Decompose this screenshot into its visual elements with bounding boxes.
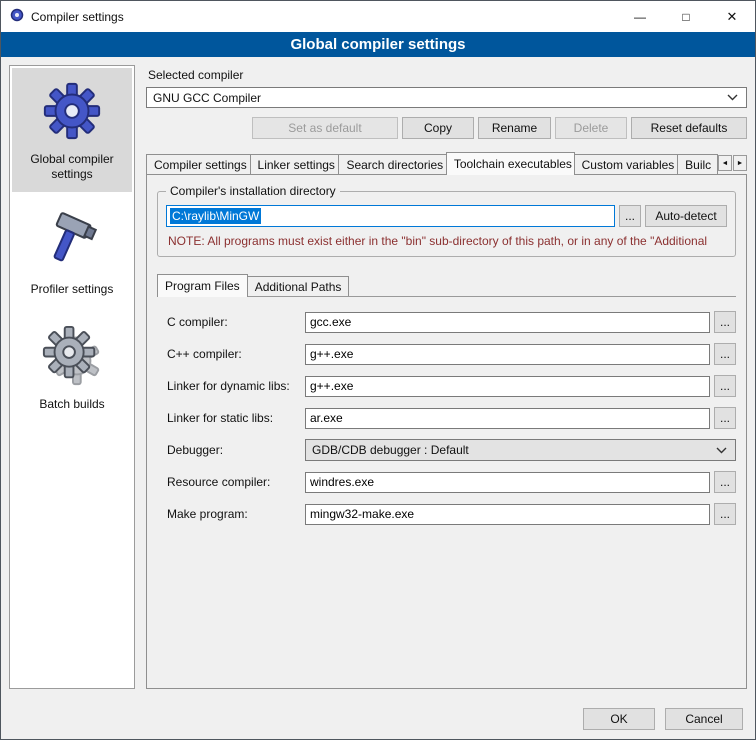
sidebar-item-label: Batch builds: [39, 397, 104, 412]
install-dir-browse-button[interactable]: ...: [619, 205, 641, 227]
toolchain-executables-panel: Compiler's installation directory C:\ray…: [146, 174, 747, 689]
minimize-button[interactable]: —: [617, 1, 663, 32]
cancel-button[interactable]: Cancel: [665, 708, 743, 730]
reset-defaults-button[interactable]: Reset defaults: [631, 117, 747, 139]
resource-compiler-browse-button[interactable]: ...: [714, 471, 736, 493]
field-row-static-linker: Linker for static libs: ...: [167, 407, 736, 429]
profiler-hammer-icon: [41, 208, 103, 274]
tab-build-options[interactable]: Builc: [677, 154, 718, 174]
sidebar-item-global-compiler-settings[interactable]: Global compiler settings: [12, 68, 132, 192]
blue-gear-icon: [40, 78, 104, 144]
resource-compiler-label: Resource compiler:: [167, 475, 305, 489]
static-linker-label: Linker for static libs:: [167, 411, 305, 425]
window-controls: — □ ✕: [617, 1, 755, 32]
chevron-down-icon: [716, 443, 727, 457]
cpp-compiler-input[interactable]: [305, 344, 710, 365]
tab-compiler-settings[interactable]: Compiler settings: [146, 154, 251, 174]
delete-button[interactable]: Delete: [555, 117, 627, 139]
install-dir-input[interactable]: C:\raylib\MinGW: [166, 205, 615, 227]
field-row-dynamic-linker: Linker for dynamic libs: ...: [167, 375, 736, 397]
field-row-c-compiler: C compiler: ...: [167, 311, 736, 333]
dynamic-linker-input[interactable]: [305, 376, 710, 397]
c-compiler-input[interactable]: [305, 312, 710, 333]
installation-directory-title: Compiler's installation directory: [166, 184, 340, 198]
debugger-label: Debugger:: [167, 443, 305, 457]
tab-scroll-left-icon[interactable]: ◄: [718, 155, 732, 171]
static-linker-input[interactable]: [305, 408, 710, 429]
make-program-browse-button[interactable]: ...: [714, 503, 736, 525]
gray-gears-icon: [40, 323, 104, 389]
tab-scroll-right-icon[interactable]: ►: [733, 155, 747, 171]
sidebar-item-label: Profiler settings: [31, 282, 114, 297]
compiler-actions: Set as default Copy Rename Delete Reset …: [146, 117, 747, 139]
resource-compiler-input[interactable]: [305, 472, 710, 493]
app-icon: [9, 7, 25, 26]
field-row-debugger: Debugger: GDB/CDB debugger : Default: [167, 439, 736, 461]
sidebar-item-label: Global compiler settings: [14, 152, 130, 182]
dialog-content: Global compiler settings Profiler settin…: [1, 57, 755, 698]
field-row-make-program: Make program: ...: [167, 503, 736, 525]
tab-linker-settings[interactable]: Linker settings: [250, 154, 340, 174]
close-button[interactable]: ✕: [709, 1, 755, 32]
field-row-resource-compiler: Resource compiler: ...: [167, 471, 736, 493]
field-row-cpp-compiler: C++ compiler: ...: [167, 343, 736, 365]
settings-tabstrip: Compiler settings Linker settings Search…: [146, 151, 747, 174]
install-dir-note: NOTE: All programs must exist either in …: [168, 234, 727, 248]
subtab-program-files[interactable]: Program Files: [157, 274, 248, 297]
dialog-footer: OK Cancel: [1, 698, 755, 739]
c-compiler-label: C compiler:: [167, 315, 305, 329]
settings-category-sidebar: Global compiler settings Profiler settin…: [9, 65, 135, 689]
window-title: Compiler settings: [31, 10, 124, 24]
debugger-value: GDB/CDB debugger : Default: [312, 443, 469, 457]
install-dir-value: C:\raylib\MinGW: [170, 208, 261, 224]
debugger-dropdown[interactable]: GDB/CDB debugger : Default: [305, 439, 736, 461]
tab-custom-variables[interactable]: Custom variables: [574, 154, 679, 174]
compiler-settings-dialog: Compiler settings — □ ✕ Global compiler …: [0, 0, 756, 740]
tab-search-directories[interactable]: Search directories: [338, 154, 446, 174]
main-panel: Selected compiler GNU GCC Compiler Set a…: [146, 65, 747, 689]
program-files-panel: C compiler: ... C++ compiler: ... Linker…: [157, 296, 736, 688]
installation-directory-groupbox: Compiler's installation directory C:\ray…: [157, 191, 736, 257]
program-files-tabstrip: Program Files Additional Paths: [157, 273, 736, 296]
title-bar[interactable]: Compiler settings — □ ✕: [1, 1, 755, 32]
copy-button[interactable]: Copy: [402, 117, 474, 139]
rename-button[interactable]: Rename: [478, 117, 551, 139]
cpp-compiler-label: C++ compiler:: [167, 347, 305, 361]
make-program-input[interactable]: [305, 504, 710, 525]
selected-compiler-label: Selected compiler: [148, 68, 747, 82]
auto-detect-button[interactable]: Auto-detect: [645, 205, 727, 227]
make-program-label: Make program:: [167, 507, 305, 521]
installation-directory-row: C:\raylib\MinGW ... Auto-detect: [166, 205, 727, 227]
dynamic-linker-label: Linker for dynamic libs:: [167, 379, 305, 393]
c-compiler-browse-button[interactable]: ...: [714, 311, 736, 333]
set-as-default-button[interactable]: Set as default: [252, 117, 398, 139]
selected-compiler-value: GNU GCC Compiler: [153, 91, 261, 105]
sidebar-item-batch-builds[interactable]: Batch builds: [12, 313, 132, 422]
dynamic-linker-browse-button[interactable]: ...: [714, 375, 736, 397]
maximize-button[interactable]: □: [663, 1, 709, 32]
page-title: Global compiler settings: [1, 32, 755, 57]
selected-compiler-dropdown[interactable]: GNU GCC Compiler: [146, 87, 747, 108]
subtab-additional-paths[interactable]: Additional Paths: [247, 276, 350, 296]
tab-toolchain-executables[interactable]: Toolchain executables: [446, 152, 575, 175]
tab-scroll-buttons: ◄ ►: [718, 155, 747, 171]
cpp-compiler-browse-button[interactable]: ...: [714, 343, 736, 365]
sidebar-item-profiler-settings[interactable]: Profiler settings: [12, 198, 132, 307]
chevron-down-icon: [727, 94, 738, 101]
ok-button[interactable]: OK: [583, 708, 655, 730]
static-linker-browse-button[interactable]: ...: [714, 407, 736, 429]
